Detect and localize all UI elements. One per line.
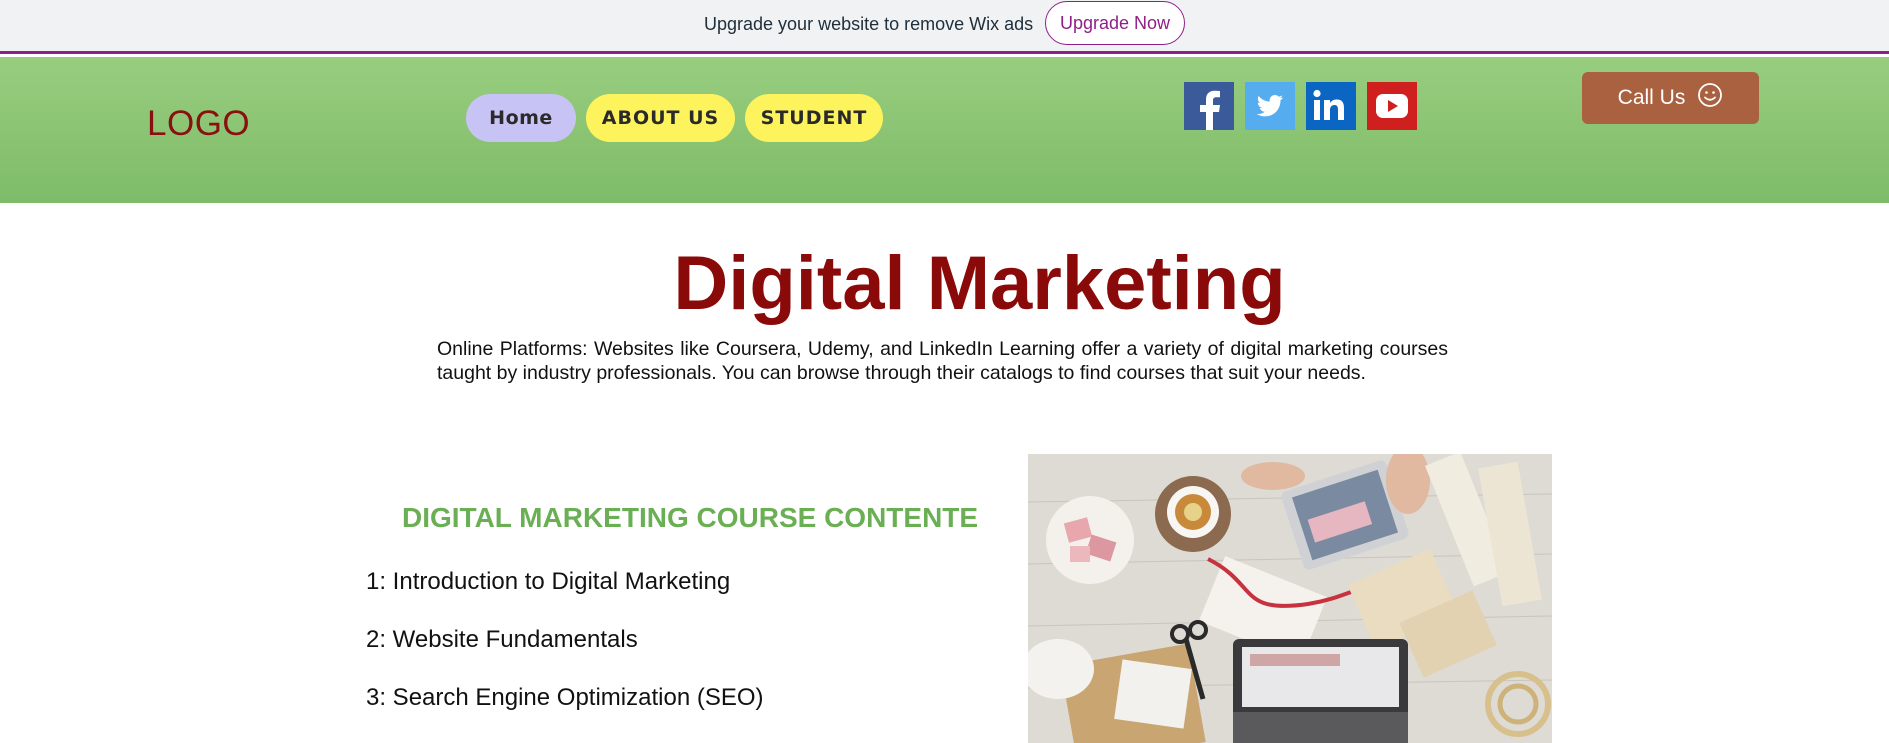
course-item: 1: Introduction to Digital Marketing [366,568,731,595]
nav-student-button[interactable]: STUDENT [745,94,883,142]
twitter-icon[interactable] [1245,82,1295,130]
wix-ad-bar: Upgrade your website to remove Wix ads U… [0,0,1889,54]
call-us-label: Call Us [1617,86,1686,109]
call-us-button[interactable]: Call Us [1582,72,1759,124]
nav-about-us-button[interactable]: ABOUT US [586,94,735,142]
upgrade-now-button[interactable]: Upgrade Now [1045,1,1185,45]
facebook-icon[interactable] [1184,82,1234,130]
page-title: Digital Marketing [673,241,1286,326]
site-header: LOGO Home ABOUT US STUDENT Call Us [0,57,1889,203]
youtube-icon[interactable] [1367,82,1417,130]
course-item: 3: Search Engine Optimization (SEO) [366,684,764,711]
course-item: 2: Website Fundamentals [366,626,638,653]
course-section-title: DIGITAL MARKETING COURSE CONTENTE [402,502,979,533]
ad-text: Upgrade your website to remove Wix ads [704,14,1034,34]
smiley-icon [1697,82,1723,114]
intro-paragraph: Online Platforms: Websites like Coursera… [437,338,1448,384]
nav-home-button[interactable]: Home [466,94,576,142]
site-logo[interactable]: LOGO [147,104,250,144]
marketing-desk-photo [1028,454,1552,743]
linkedin-icon[interactable] [1306,82,1356,130]
